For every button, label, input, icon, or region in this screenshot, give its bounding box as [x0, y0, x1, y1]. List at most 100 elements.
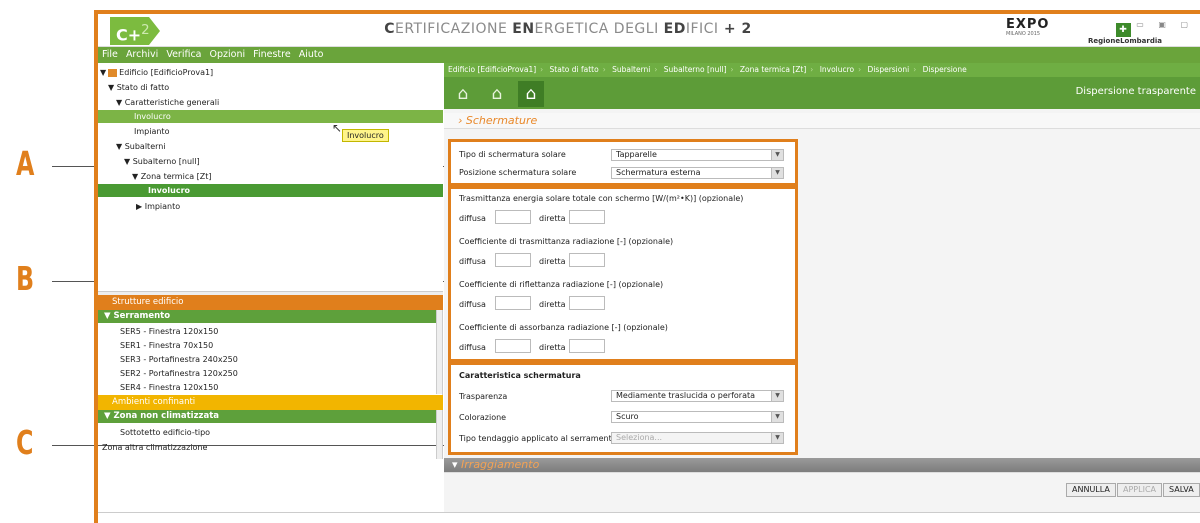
- callout-a: A: [0, 144, 444, 184]
- g3-label: Coefficiente di riflettanza radiazione […: [459, 280, 664, 289]
- list-item[interactable]: SER4 - Finestra 120x150: [120, 380, 218, 395]
- tendaggio-label: Tipo tendaggio applicato al serramento: [459, 434, 617, 443]
- window-controls[interactable]: ▭ ▣ ▢: [1136, 20, 1194, 29]
- structures-header-label: Strutture edificio: [112, 297, 184, 307]
- tipo-label: Tipo di schermatura solare: [459, 150, 566, 159]
- menu-aiuto[interactable]: Aiuto: [299, 49, 324, 60]
- tooltip: Involucro: [342, 129, 389, 142]
- tendaggio-select[interactable]: Seleziona... ▼: [611, 432, 784, 444]
- menu-opzioni[interactable]: Opzioni: [210, 49, 246, 60]
- tree-label: Caratteristiche generali: [124, 98, 220, 107]
- box-b-coefficients: Trasmittanza energia solare totale con s…: [448, 186, 798, 362]
- tendaggio-placeholder: Seleziona...: [616, 433, 663, 442]
- chevron-down-icon: ▼: [771, 412, 783, 422]
- menu-archivi[interactable]: Archivi: [126, 49, 158, 60]
- menu-verifica[interactable]: Verifica: [166, 49, 201, 60]
- ambients-scrollbar[interactable]: [436, 410, 442, 459]
- breadcrumb-item[interactable]: Dispersione: [923, 65, 967, 74]
- mouse-cursor-icon: ↖: [332, 121, 343, 135]
- list-item[interactable]: SER5 - Finestra 120x150: [120, 324, 218, 339]
- structures-header[interactable]: Strutture edificio: [98, 295, 443, 310]
- zona-group[interactable]: ▼ Zona non climatizzata: [98, 410, 437, 423]
- g4-diretta-input[interactable]: [569, 339, 605, 353]
- toolbar: ⌂ ⌂ ⌂ Dispersione trasparente: [444, 77, 1200, 109]
- breadcrumb-item[interactable]: Stato di fatto: [550, 65, 599, 74]
- list-item[interactable]: SER3 - Portafinestra 240x250: [120, 352, 238, 367]
- expo-logo: EXPO MILANO 2015: [1006, 18, 1064, 44]
- region-name: RegioneLombardia: [1088, 37, 1162, 45]
- add-house-icon[interactable]: ⌂: [450, 81, 476, 107]
- tree-label: Subalterni: [124, 142, 166, 151]
- button-row: ANNULLA APPLICA SALVA: [444, 472, 1200, 512]
- breadcrumb-item[interactable]: Zona termica [Zt]: [740, 65, 806, 74]
- g2-diretta-input[interactable]: [569, 253, 605, 267]
- tree-item-subalterni[interactable]: ▼ Subalterni: [116, 140, 166, 153]
- callout-letter-c: C: [16, 423, 34, 462]
- g3-diffusa-input[interactable]: [495, 296, 531, 310]
- app-title: CERTIFICAZIONE ENERGETICA DEGLI EDIFICI …: [368, 21, 768, 37]
- posizione-label: Posizione schermatura solare: [459, 168, 577, 177]
- menu-file[interactable]: File: [102, 49, 118, 60]
- tree-label: Stato di fatto: [116, 83, 170, 92]
- callout-b: B: [0, 259, 444, 299]
- serramento-label: Serramento: [113, 311, 171, 321]
- diretta-label: diretta: [539, 214, 566, 223]
- irraggiamento-header[interactable]: ▾ Irraggiamento: [444, 458, 1200, 472]
- breadcrumb-item[interactable]: Subalterni: [612, 65, 650, 74]
- chevron-down-icon: ▼: [771, 391, 783, 401]
- tree-item-involucro-selected[interactable]: Involucro: [98, 110, 443, 123]
- breadcrumb-item[interactable]: Subalterno [null]: [664, 65, 727, 74]
- chevron-down-icon: ▼: [771, 150, 783, 160]
- tree-label: Zona termica [Zt]: [140, 172, 212, 181]
- breadcrumb-item[interactable]: Dispersioni: [868, 65, 910, 74]
- g1-diretta-input[interactable]: [569, 210, 605, 224]
- tree-label: Involucro: [134, 112, 171, 121]
- g2-diffusa-input[interactable]: [495, 253, 531, 267]
- salva-button[interactable]: SALVA: [1163, 483, 1200, 497]
- house-icon[interactable]: ⌂: [518, 81, 544, 107]
- section-header[interactable]: › Schermature: [444, 113, 1200, 129]
- posizione-select[interactable]: Schermatura esterna ▼: [611, 167, 784, 179]
- serramento-group[interactable]: ▼ Serramento: [98, 310, 437, 323]
- list-item[interactable]: Sottotetto edificio-tipo: [120, 425, 210, 440]
- edit-house-icon[interactable]: ⌂: [484, 81, 510, 107]
- annulla-button[interactable]: ANNULLA: [1066, 483, 1116, 497]
- tree-label: Impianto: [134, 127, 170, 136]
- tree-item-involucro-zona[interactable]: Involucro: [98, 184, 443, 197]
- tree-item-stato[interactable]: ▼ Stato di fatto: [108, 81, 169, 94]
- menu-bar: File Archivi Verifica Opzioni Finestre A…: [98, 47, 1200, 63]
- list-item[interactable]: SER2 - Portafinestra 120x250: [120, 366, 238, 381]
- tree-item-impianto-zona[interactable]: ▶ Impianto: [136, 200, 180, 213]
- g2-label: Coefficiente di trasmittanza radiazione …: [459, 237, 674, 246]
- tree-item-impianto[interactable]: Impianto: [134, 125, 169, 138]
- structures-scrollbar[interactable]: [436, 310, 442, 394]
- tipo-select[interactable]: Tapparelle ▼: [611, 149, 784, 161]
- list-item[interactable]: SER1 - Finestra 70x150: [120, 338, 213, 353]
- g3-diretta-input[interactable]: [569, 296, 605, 310]
- chevron-down-icon: ▼: [771, 168, 783, 178]
- breadcrumb-item[interactable]: Involucro: [820, 65, 854, 74]
- g1-diffusa-input[interactable]: [495, 210, 531, 224]
- ambients-header[interactable]: Ambienti confinanti: [98, 395, 443, 410]
- colorazione-select[interactable]: Scuro ▼: [611, 411, 784, 423]
- logo-superscript: 2: [141, 23, 150, 38]
- tree-item-zona[interactable]: ▼ Zona termica [Zt]: [132, 170, 212, 183]
- breadcrumb-item[interactable]: Edificio [EdificioProva1]: [448, 65, 536, 74]
- tree-item-caratteristiche[interactable]: ▼ Caratteristiche generali: [116, 96, 219, 109]
- building-icon: [108, 68, 118, 77]
- g4-diffusa-input[interactable]: [495, 339, 531, 353]
- box-c-shading-characteristic: Caratteristica schermatura Trasparenza M…: [448, 362, 798, 455]
- trasparenza-label: Trasparenza: [459, 392, 508, 401]
- callout-letter-b: B: [16, 259, 35, 298]
- menu-finestre[interactable]: Finestre: [253, 49, 291, 60]
- applica-button[interactable]: APPLICA: [1117, 483, 1162, 497]
- tree-item-edificio[interactable]: ▼ Edificio [EdificioProva1]: [100, 66, 213, 79]
- title-part: + 2: [718, 21, 752, 37]
- callout-letter-a: A: [16, 144, 35, 183]
- list-item[interactable]: Zona altra climatizzazione: [102, 440, 207, 455]
- section-title: Schermature: [465, 114, 538, 127]
- tree-item-subalterno[interactable]: ▼ Subalterno [null]: [124, 155, 200, 168]
- breadcrumb: Edificio [EdificioProva1] › Stato di fatt…: [444, 63, 1200, 77]
- trasparenza-select[interactable]: Mediamente traslucida o perforata ▼: [611, 390, 784, 402]
- chevron-down-icon: ▼: [771, 433, 783, 443]
